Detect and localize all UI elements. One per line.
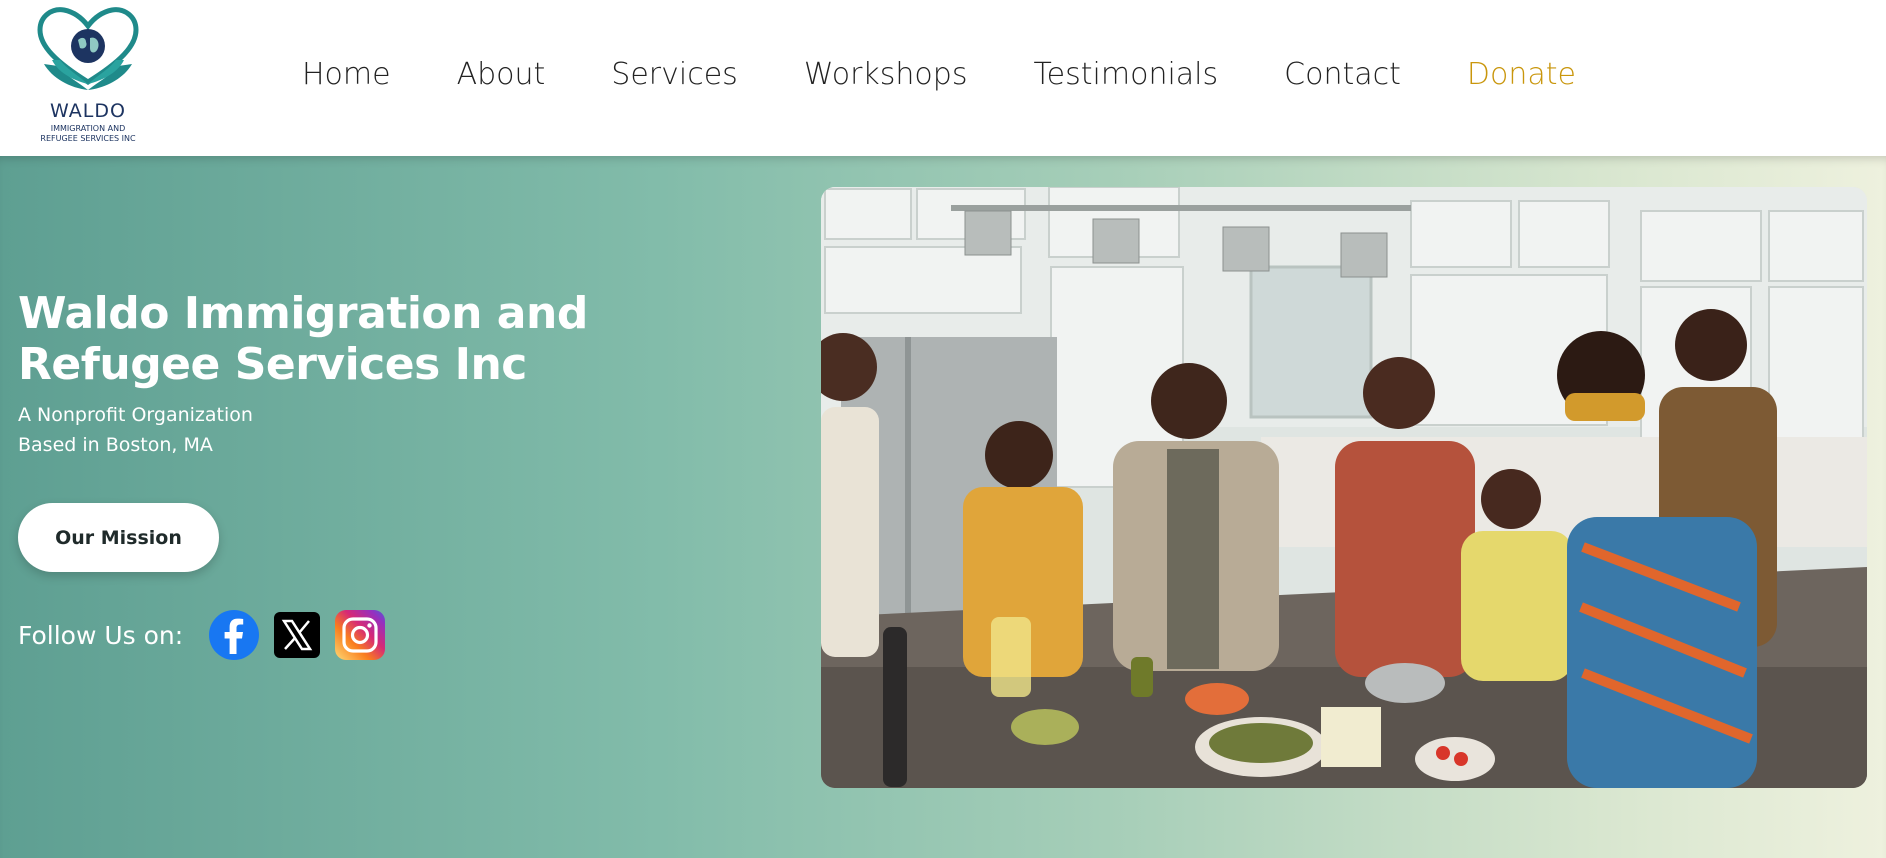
nav-about[interactable]: About: [457, 57, 546, 92]
nav-contact[interactable]: Contact: [1284, 57, 1401, 92]
follow-label: Follow Us on:: [18, 620, 184, 650]
hero-title: Waldo Immigration and Refugee Services I…: [18, 288, 658, 390]
logo-subtitle-line1: IMMIGRATION AND: [50, 124, 126, 133]
nav-services[interactable]: Services: [611, 57, 738, 92]
instagram-icon[interactable]: [335, 610, 386, 660]
hero-title-line2: Refugee Services Inc: [18, 339, 527, 390]
logo-subtitle-line2: REFUGEE SERVICES INC: [40, 134, 136, 143]
x-icon[interactable]: [272, 610, 322, 660]
heart-globe-hands-logo-icon: [37, 7, 139, 90]
logo-name: WALDO: [50, 100, 126, 122]
nav-donate[interactable]: Donate: [1467, 57, 1576, 92]
hero-subtitle: A Nonprofit Organization Based in Boston…: [18, 400, 253, 460]
hero-subtitle-line2: Based in Boston, MA: [18, 434, 213, 456]
nav-testimonials[interactable]: Testimonials: [1033, 57, 1218, 92]
hero-section: Waldo Immigration and Refugee Services I…: [0, 156, 1886, 858]
site-header: WALDO IMMIGRATION AND REFUGEE SERVICES I…: [0, 0, 1886, 156]
family-cooking-in-kitchen-photo: [821, 187, 1867, 788]
facebook-icon[interactable]: [209, 610, 260, 660]
logo[interactable]: WALDO IMMIGRATION AND REFUGEE SERVICES I…: [26, 4, 150, 146]
our-mission-button[interactable]: Our Mission: [18, 503, 219, 572]
hero-title-line1: Waldo Immigration and: [18, 288, 588, 339]
nav-workshops[interactable]: Workshops: [804, 57, 968, 92]
follow-us: Follow Us on:: [18, 610, 398, 660]
logo-subtitle: IMMIGRATION AND REFUGEE SERVICES INC: [26, 124, 150, 144]
nav-home[interactable]: Home: [302, 57, 391, 92]
main-nav: Home About Services Workshops Testimonia…: [302, 52, 1576, 96]
hero-subtitle-line1: A Nonprofit Organization: [18, 404, 253, 426]
